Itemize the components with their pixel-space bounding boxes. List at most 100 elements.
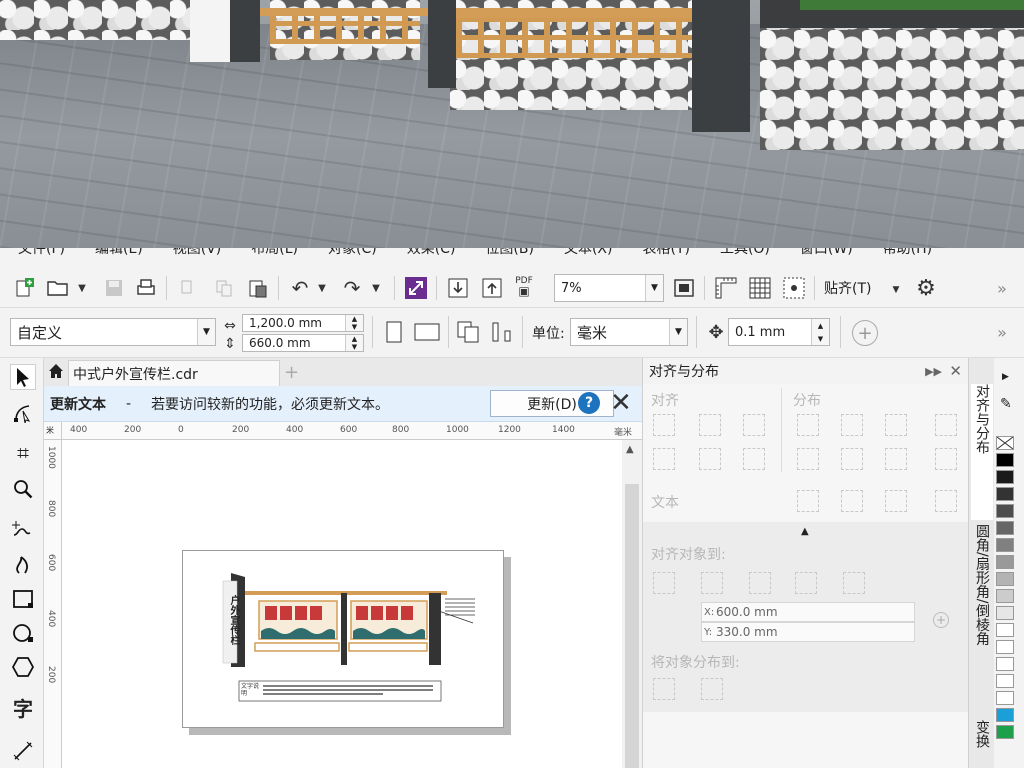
shape-tool-icon[interactable]: [10, 400, 36, 426]
new-document-icon[interactable]: [12, 276, 36, 300]
menu-item[interactable]: 对象(C): [328, 248, 377, 262]
color-swatch[interactable]: [996, 657, 1014, 671]
page-width-spinner[interactable]: ▲ ▼: [345, 315, 363, 331]
docker-expand-icon[interactable]: ▶▶: [925, 365, 942, 378]
redo-icon[interactable]: ↷: [340, 276, 364, 300]
chevron-down-icon[interactable]: ▼: [310, 276, 334, 300]
nudge-distance-spinner[interactable]: ▲ ▼: [811, 319, 829, 345]
text-bounding-box-icon[interactable]: [885, 490, 907, 512]
distribute-to-page-icon[interactable]: [701, 678, 723, 700]
color-swatch[interactable]: [996, 453, 1014, 467]
menu-item[interactable]: 文本(X): [564, 248, 613, 262]
align-left-icon[interactable]: [653, 414, 675, 436]
docker-close-icon[interactable]: ✕: [949, 362, 962, 380]
align-to-grid-icon[interactable]: [795, 572, 817, 594]
eyedropper-icon[interactable]: ✎: [1000, 396, 1012, 412]
collapse-up-icon[interactable]: ▲: [801, 526, 809, 537]
menu-item[interactable]: 视图(V): [173, 248, 222, 262]
snap-to-dropdown[interactable]: 贴齐(T): [824, 278, 871, 298]
page-width-field[interactable]: 1,200.0 mm ▲ ▼: [242, 314, 364, 332]
ellipse-tool-icon[interactable]: [10, 620, 36, 646]
text-last-line-icon[interactable]: [841, 490, 863, 512]
nudge-distance-field[interactable]: 0.1 mm ▲ ▼: [728, 318, 830, 346]
toolbar-overflow-icon[interactable]: »: [990, 276, 1014, 300]
open-folder-icon[interactable]: [46, 276, 70, 300]
distribute-vertical-spacing-icon[interactable]: [935, 448, 957, 470]
pick-tool-icon[interactable]: [10, 364, 36, 390]
vertical-scrollbar[interactable]: ▲: [622, 440, 642, 768]
rectangle-tool-icon[interactable]: [10, 586, 36, 612]
parallel-dimension-tool-icon[interactable]: [10, 738, 36, 764]
align-right-icon[interactable]: [743, 414, 765, 436]
zoom-level-field[interactable]: 7% ▼: [554, 274, 664, 302]
scrollbar-thumb[interactable]: [625, 484, 639, 768]
copy-icon[interactable]: [212, 276, 236, 300]
color-swatch[interactable]: [996, 589, 1014, 603]
color-swatch[interactable]: [996, 521, 1014, 535]
ruler-corner[interactable]: 米: [44, 422, 62, 440]
freehand-tool-icon[interactable]: [10, 516, 36, 542]
text-tool-icon[interactable]: 字: [10, 694, 36, 721]
tab-fillet-scallop-chamfer[interactable]: 圆角/扇形角/倒棱角: [971, 524, 993, 694]
show-rulers-icon[interactable]: [714, 276, 738, 300]
menu-item[interactable]: 效果(C): [407, 248, 456, 262]
show-grid-icon[interactable]: [748, 276, 772, 300]
color-swatch[interactable]: [996, 606, 1014, 620]
align-to-active-icon[interactable]: [653, 572, 675, 594]
add-page-preset-icon[interactable]: +: [852, 320, 878, 346]
vertical-ruler[interactable]: 1000 800 600 400 200: [44, 440, 62, 768]
distribute-bottom-icon[interactable]: [885, 448, 907, 470]
align-center-vertical-icon[interactable]: [699, 448, 721, 470]
distribute-to-selection-icon[interactable]: [653, 678, 675, 700]
align-to-point-icon[interactable]: [843, 572, 865, 594]
color-swatch[interactable]: [996, 504, 1014, 518]
palette-scroll-up-icon[interactable]: ▶: [1002, 372, 1009, 382]
menu-item[interactable]: 窗口(W): [800, 248, 853, 262]
cut-icon[interactable]: [176, 276, 200, 300]
distribute-right-icon[interactable]: [885, 414, 907, 436]
align-top-icon[interactable]: [653, 448, 675, 470]
chevron-down-icon[interactable]: ▼: [364, 276, 388, 300]
distribute-top-icon[interactable]: [797, 448, 819, 470]
color-swatch[interactable]: [996, 470, 1014, 484]
portrait-icon[interactable]: [382, 320, 406, 344]
align-center-horizontal-icon[interactable]: [699, 414, 721, 436]
text-first-line-icon[interactable]: [797, 490, 819, 512]
landscape-icon[interactable]: [412, 320, 442, 344]
home-icon[interactable]: [48, 363, 64, 383]
color-swatch[interactable]: [996, 555, 1014, 569]
no-fill-swatch[interactable]: [996, 436, 1014, 450]
chevron-down-icon[interactable]: ▼: [70, 276, 94, 300]
tab-transform[interactable]: 变换: [971, 720, 993, 768]
artistic-media-tool-icon[interactable]: [10, 552, 36, 578]
text-outline-icon[interactable]: [935, 490, 957, 512]
page-height-spinner[interactable]: ▲ ▼: [345, 335, 363, 351]
zoom-tool-icon[interactable]: [10, 476, 36, 502]
chevron-down-icon[interactable]: ▼: [197, 319, 215, 345]
color-swatch[interactable]: [996, 572, 1014, 586]
current-page-icon[interactable]: [490, 320, 514, 344]
polygon-tool-icon[interactable]: [10, 654, 36, 680]
x-position-field[interactable]: X: 600.0 mm: [701, 602, 915, 622]
full-screen-icon[interactable]: [672, 276, 696, 300]
menu-item[interactable]: 编辑(E): [95, 248, 143, 262]
show-guidelines-icon[interactable]: [782, 276, 806, 300]
drawing-canvas[interactable]: 户外宣传栏 文字说明: [62, 440, 622, 768]
tab-align-distribute[interactable]: 对齐与分布: [971, 384, 993, 520]
page-height-field[interactable]: 660.0 mm ▲ ▼: [242, 334, 364, 352]
chevron-down-icon[interactable]: ▼: [884, 278, 908, 302]
drawing-page[interactable]: 户外宣传栏 文字说明: [182, 550, 504, 728]
scroll-up-icon[interactable]: ▲: [626, 444, 634, 455]
distribute-left-icon[interactable]: [797, 414, 819, 436]
menu-item[interactable]: 帮助(H): [883, 248, 932, 262]
align-bottom-icon[interactable]: [743, 448, 765, 470]
corel-connect-icon[interactable]: [404, 276, 428, 300]
close-icon[interactable]: ✕: [610, 388, 632, 418]
crop-tool-icon[interactable]: ⌗: [10, 440, 36, 466]
color-swatch[interactable]: [996, 708, 1014, 722]
undo-icon[interactable]: ↶: [288, 276, 312, 300]
help-icon[interactable]: ?: [578, 392, 600, 414]
chevron-down-icon[interactable]: ▼: [669, 319, 687, 345]
print-icon[interactable]: [134, 276, 158, 300]
align-to-page-center-icon[interactable]: [749, 572, 771, 594]
